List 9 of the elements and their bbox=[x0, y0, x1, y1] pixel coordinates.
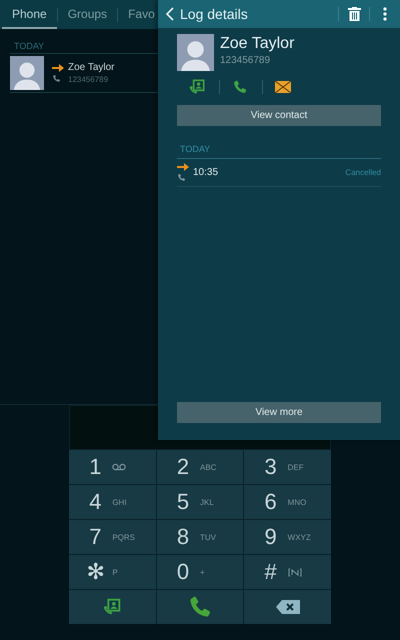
phone-number: 123456789 bbox=[220, 55, 272, 66]
screen-title: Log details bbox=[180, 6, 249, 22]
section-header: TODAY bbox=[177, 144, 381, 159]
call-time: 10:35 bbox=[193, 167, 220, 178]
contact-name: Zoe Taylor bbox=[220, 35, 294, 53]
contact-name: Zoe Taylor bbox=[68, 62, 115, 73]
phone-number: 123456789 bbox=[68, 75, 110, 84]
call-status: Cancelled bbox=[345, 168, 381, 177]
section-header: TODAY bbox=[13, 41, 44, 51]
